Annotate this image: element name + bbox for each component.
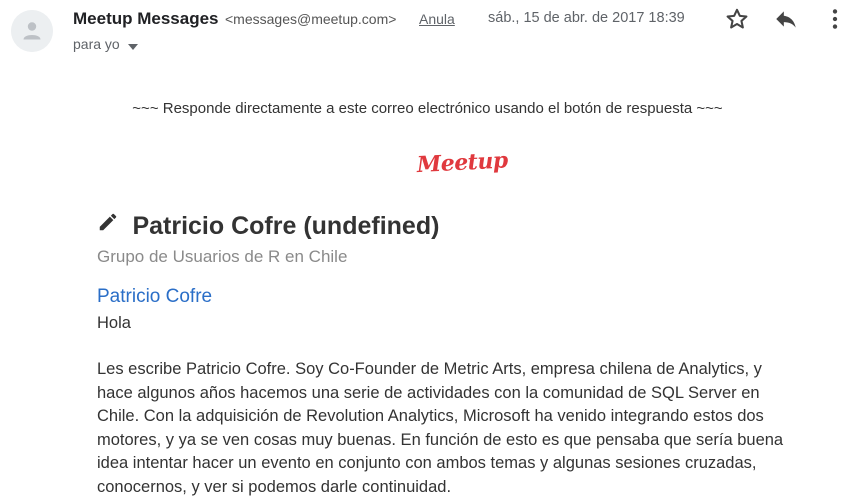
sender-avatar bbox=[11, 10, 53, 52]
more-vert-icon bbox=[822, 6, 848, 32]
person-avatar-icon bbox=[11, 10, 53, 52]
message-body: Les escribe Patricio Cofre. Soy Co-Found… bbox=[97, 358, 783, 499]
body-line: idea intentar hacer un evento en conjunt… bbox=[97, 452, 783, 476]
author-link[interactable]: Patricio Cofre bbox=[97, 286, 212, 308]
body-line: conocernos, y ver si podemos darle conti… bbox=[97, 476, 783, 499]
reply-instructions: ~~~ Responde directamente a este correo … bbox=[0, 100, 855, 117]
sender-email: <messages@meetup.com> bbox=[225, 11, 396, 27]
meetup-logo-image: Meetup bbox=[413, 146, 509, 186]
reply-button[interactable] bbox=[773, 6, 799, 32]
dropdown-arrow-icon bbox=[128, 37, 138, 53]
body-line: motores, y ya se ven cosas muy buenas. E… bbox=[97, 429, 783, 453]
recipients-label: para yo bbox=[73, 36, 120, 52]
reply-icon bbox=[773, 6, 799, 32]
body-line: Chile. Con la adquisición de Revolution … bbox=[97, 405, 783, 429]
star-icon bbox=[724, 6, 750, 32]
body-line: Les escribe Patricio Cofre. Soy Co-Found… bbox=[97, 358, 783, 382]
star-button[interactable] bbox=[724, 6, 750, 32]
body-line: hace algunos años hacemos una serie de a… bbox=[97, 382, 783, 406]
message-date: sáb., 15 de abr. de 2017 18:39 bbox=[488, 10, 685, 26]
message-heading: Patricio Cofre (undefined) bbox=[97, 212, 439, 241]
recipients-toggle[interactable]: para yo bbox=[73, 36, 138, 53]
sender-name: Meetup Messages bbox=[73, 9, 219, 29]
meetup-logo[interactable]: Meetup bbox=[413, 146, 509, 191]
greeting: Hola bbox=[97, 314, 131, 333]
more-options-button[interactable] bbox=[822, 6, 848, 32]
message-title: Patricio Cofre (undefined) bbox=[132, 212, 439, 241]
pencil-icon bbox=[97, 211, 119, 238]
group-name: Grupo de Usuarios de R en Chile bbox=[97, 247, 347, 267]
svg-text:Meetup: Meetup bbox=[415, 147, 509, 178]
unsubscribe-link[interactable]: Anula bbox=[419, 11, 455, 27]
